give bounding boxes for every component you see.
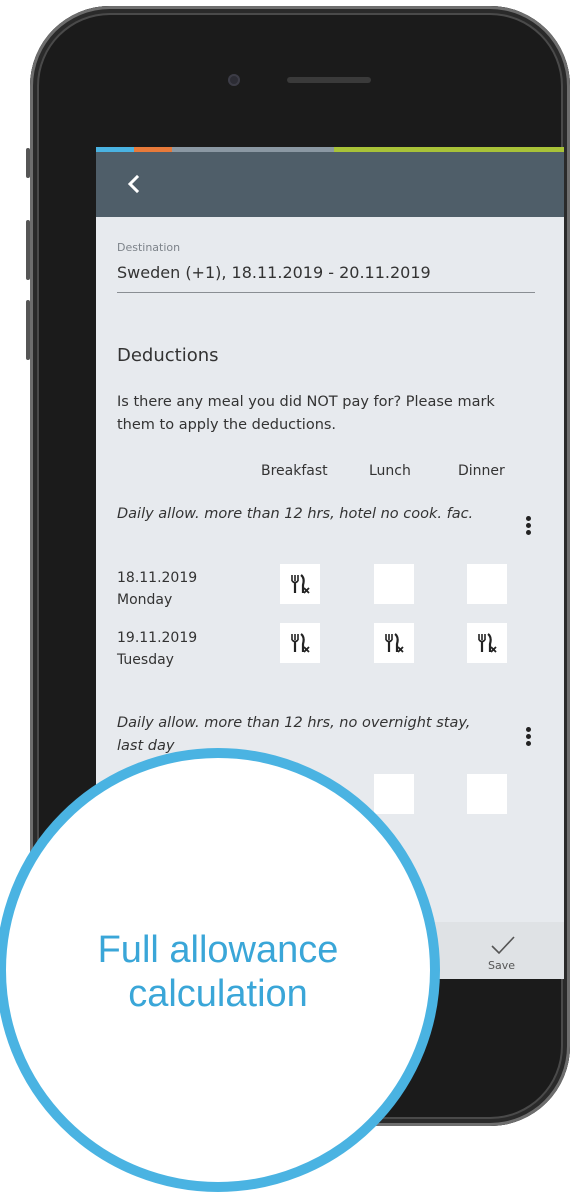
- row-date: 18.11.2019 Monday: [117, 567, 197, 611]
- deductions-title: Deductions: [117, 345, 219, 366]
- no-meal-icon: [478, 633, 497, 653]
- front-camera: [228, 74, 240, 86]
- app-header: [96, 152, 564, 217]
- group-title: Daily allow. more than 12 hrs, hotel no …: [117, 506, 474, 522]
- volume-down-button: [26, 300, 30, 360]
- mute-switch: [26, 148, 30, 178]
- deductions-description: Is there any meal you did NOT pay for? P…: [117, 394, 495, 433]
- destination-field[interactable]: Sweden (+1), 18.11.2019 - 20.11.2019: [117, 263, 431, 282]
- chevron-left-icon[interactable]: [122, 172, 146, 196]
- save-button[interactable]: Save: [488, 959, 515, 972]
- meal-checkbox-dinner[interactable]: [467, 774, 507, 814]
- column-lunch: Lunch: [369, 463, 411, 479]
- earpiece-speaker: [287, 77, 371, 83]
- volume-up-button: [26, 220, 30, 280]
- date-text: 19.11.2019: [117, 630, 198, 646]
- meal-checkbox-breakfast[interactable]: [280, 564, 320, 604]
- more-options-icon[interactable]: [521, 725, 535, 749]
- destination-underline: [117, 292, 535, 293]
- bubble-caption: Full allowance calculation: [97, 929, 339, 1015]
- group-title: Daily allow. more than 12 hrs, no overni…: [117, 715, 471, 754]
- row-date: 19.11.2019 Tuesday: [117, 627, 197, 671]
- day-text: Monday: [117, 592, 173, 608]
- checkmark-icon[interactable]: [490, 934, 516, 956]
- meal-checkbox-breakfast[interactable]: [280, 623, 320, 663]
- date-text: 18.11.2019: [117, 570, 198, 586]
- destination-label: Destination: [117, 241, 181, 254]
- day-text: Tuesday: [117, 652, 174, 668]
- meal-checkbox-lunch[interactable]: [374, 564, 414, 604]
- meal-checkbox-dinner[interactable]: [467, 564, 507, 604]
- meal-checkbox-dinner[interactable]: [467, 623, 507, 663]
- column-dinner: Dinner: [458, 463, 505, 479]
- meal-checkbox-lunch[interactable]: [374, 774, 414, 814]
- meal-checkbox-lunch[interactable]: [374, 623, 414, 663]
- no-meal-icon: [291, 574, 310, 594]
- more-options-icon[interactable]: [521, 514, 535, 538]
- column-breakfast: Breakfast: [261, 463, 328, 479]
- highlight-bubble: Full allowance calculation: [0, 748, 440, 1192]
- no-meal-icon: [291, 633, 310, 653]
- no-meal-icon: [385, 633, 404, 653]
